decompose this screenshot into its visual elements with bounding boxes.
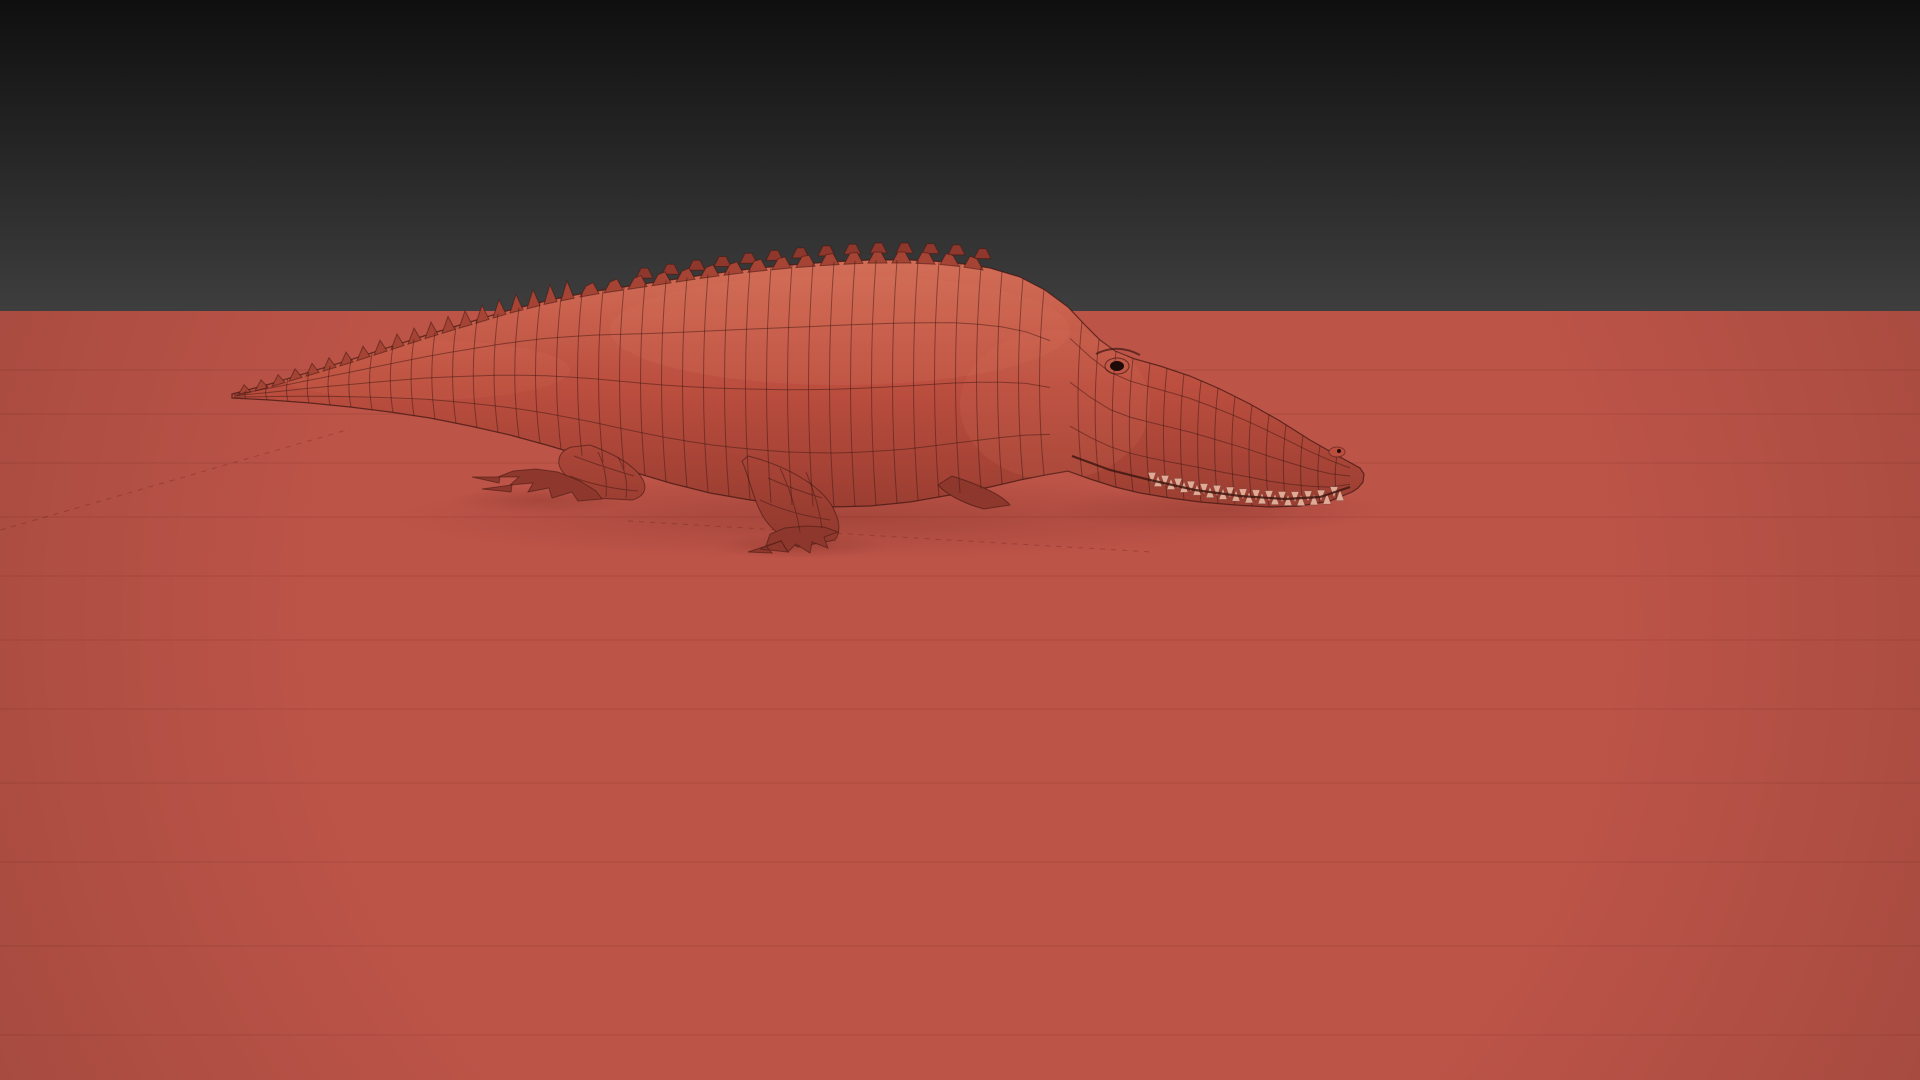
viewport-3d[interactable] [0,0,1920,1080]
crocodile-eye [1110,361,1124,371]
crocodile-nostril [1328,446,1346,458]
crocodile-nostril-hole [1337,449,1341,453]
viewport-canvas[interactable] [0,0,1920,1080]
